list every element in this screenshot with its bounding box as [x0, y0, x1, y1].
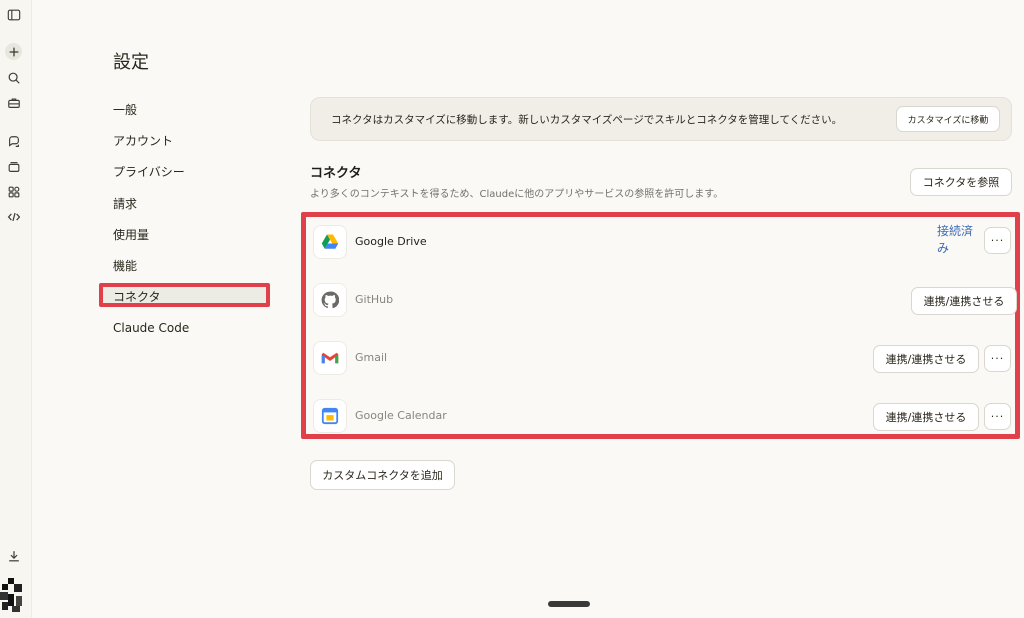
connector-name: GitHub	[355, 293, 394, 306]
nav-item-connectors[interactable]: コネクタ	[113, 287, 161, 307]
nav-item-billing[interactable]: 請求	[113, 194, 137, 214]
nav-item-general[interactable]: 一般	[113, 100, 137, 120]
home-indicator	[548, 601, 590, 607]
connector-row-gmail: Gmail 連携/連携させる ···	[306, 335, 1015, 385]
code-icon[interactable]	[4, 207, 24, 227]
connected-status: 接続済み	[937, 224, 974, 255]
go-to-customize-button[interactable]: カスタマイズに移動	[896, 106, 1000, 132]
connector-name: Gmail	[355, 351, 388, 364]
connect-button[interactable]: 連携/連携させる	[911, 287, 1017, 315]
connector-more-button[interactable]: ···	[984, 227, 1011, 254]
connector-name: Google Drive	[355, 235, 427, 248]
sidebar-toggle-icon[interactable]	[4, 5, 24, 25]
icon-rail	[0, 0, 32, 618]
connector-name: Google Calendar	[355, 409, 447, 422]
nav-item-features[interactable]: 機能	[113, 256, 137, 276]
nav-item-account[interactable]: アカウント	[113, 131, 173, 151]
browse-connectors-button[interactable]: コネクタを参照	[910, 168, 1012, 196]
connectors-list: Google Drive 接続済み ··· GitHub 連携/連携させる Gm…	[301, 212, 1020, 439]
connector-row-google-drive: Google Drive 接続済み ···	[306, 219, 1015, 269]
customize-notice-banner: コネクタはカスタマイズに移動します。新しいカスタマイズページでスキルとコネクタを…	[310, 97, 1012, 141]
github-icon	[313, 283, 347, 317]
chats-icon[interactable]	[4, 132, 24, 152]
nav-item-claude-code[interactable]: Claude Code	[113, 318, 189, 338]
google-calendar-icon	[313, 399, 347, 433]
connect-button[interactable]: 連携/連携させる	[873, 345, 979, 373]
search-icon[interactable]	[4, 68, 24, 88]
connector-row-github: GitHub 連携/連携させる	[306, 277, 1017, 327]
nav-item-usage[interactable]: 使用量	[113, 225, 149, 245]
gmail-icon	[313, 341, 347, 375]
avatar[interactable]	[0, 578, 24, 612]
download-icon[interactable]	[4, 546, 24, 566]
new-chat-icon[interactable]	[5, 43, 22, 60]
toolbox-icon[interactable]	[4, 93, 24, 113]
nav-item-privacy[interactable]: プライバシー	[113, 162, 185, 182]
page-title: 設定	[113, 52, 149, 73]
add-custom-connector-button[interactable]: カスタムコネクタを追加	[310, 460, 455, 490]
connector-more-button[interactable]: ···	[984, 403, 1011, 430]
connectors-description: より多くのコンテキストを得るため、Claudeに他のアプリやサービスの参照を許可…	[310, 189, 724, 200]
connectors-heading: コネクタ	[310, 166, 362, 181]
connector-row-google-calendar: Google Calendar 連携/連携させる ···	[306, 393, 1015, 443]
artifacts-icon[interactable]	[4, 182, 24, 202]
connector-more-button[interactable]: ···	[984, 345, 1011, 372]
connect-button[interactable]: 連携/連携させる	[873, 403, 979, 431]
notice-text: コネクタはカスタマイズに移動します。新しいカスタマイズページでスキルとコネクタを…	[331, 114, 843, 126]
google-drive-icon	[313, 225, 347, 259]
projects-icon[interactable]	[4, 157, 24, 177]
